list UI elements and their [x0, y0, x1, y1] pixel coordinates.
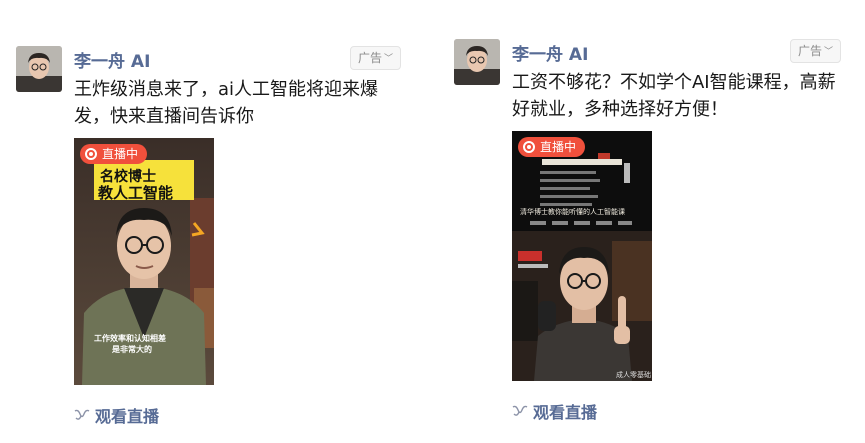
- ad-label: 广告: [798, 44, 823, 58]
- watch-live-label: 观看直播: [95, 407, 160, 426]
- video-subtitle-line-2: 是非常大的: [112, 345, 152, 354]
- live-badge: 直播中: [80, 144, 148, 164]
- video-watermark: 成人零基础: [616, 371, 651, 379]
- author-avatar[interactable]: [454, 39, 500, 85]
- live-label: 直播中: [102, 147, 139, 161]
- author-name[interactable]: 李一舟 AI: [74, 47, 150, 72]
- author-avatar[interactable]: [16, 46, 62, 92]
- ad-label: 广告: [358, 51, 383, 65]
- live-label: 直播中: [540, 140, 577, 154]
- watch-live-label: 观看直播: [533, 403, 598, 422]
- post-content: 王炸级消息来了，ai人工智能将迎来爆发，快来直播间告诉你: [74, 79, 379, 127]
- live-video-thumbnail[interactable]: 名校博士 教人工智能 工作效率和认知相差 是非常大的 直播中: [74, 138, 214, 385]
- author-name[interactable]: 李一舟 AI: [512, 40, 588, 65]
- ad-tag-button[interactable]: 广告 ﹀: [350, 46, 402, 70]
- live-broadcast-icon: [523, 141, 535, 153]
- ad-tag-button[interactable]: 广告 ﹀: [790, 39, 842, 63]
- live-broadcast-icon: [85, 148, 97, 160]
- live-video-thumbnail[interactable]: 清华博士教你能听懂的人工智能课 成人零基础 直播中: [512, 131, 652, 381]
- post-content: 工资不够花？不如学个AI智能课程，高薪好就业，多种选择好方便！: [512, 72, 836, 120]
- chevron-down-icon: ﹀: [384, 54, 394, 64]
- video-title-line-2: 教人工智能: [98, 184, 174, 202]
- watch-live-button[interactable]: 观看直播: [74, 403, 159, 427]
- chevron-down-icon: ﹀: [824, 47, 834, 57]
- video-frame-image: [512, 131, 652, 381]
- video-banner-text: 清华博士教你能听懂的人工智能课: [520, 208, 625, 216]
- watch-live-button[interactable]: 观看直播: [512, 399, 597, 423]
- channels-icon: [74, 409, 90, 420]
- channels-icon: [512, 405, 528, 416]
- live-badge: 直播中: [518, 137, 586, 157]
- video-subtitle-line-1: 工作效率和认知相差: [94, 334, 166, 343]
